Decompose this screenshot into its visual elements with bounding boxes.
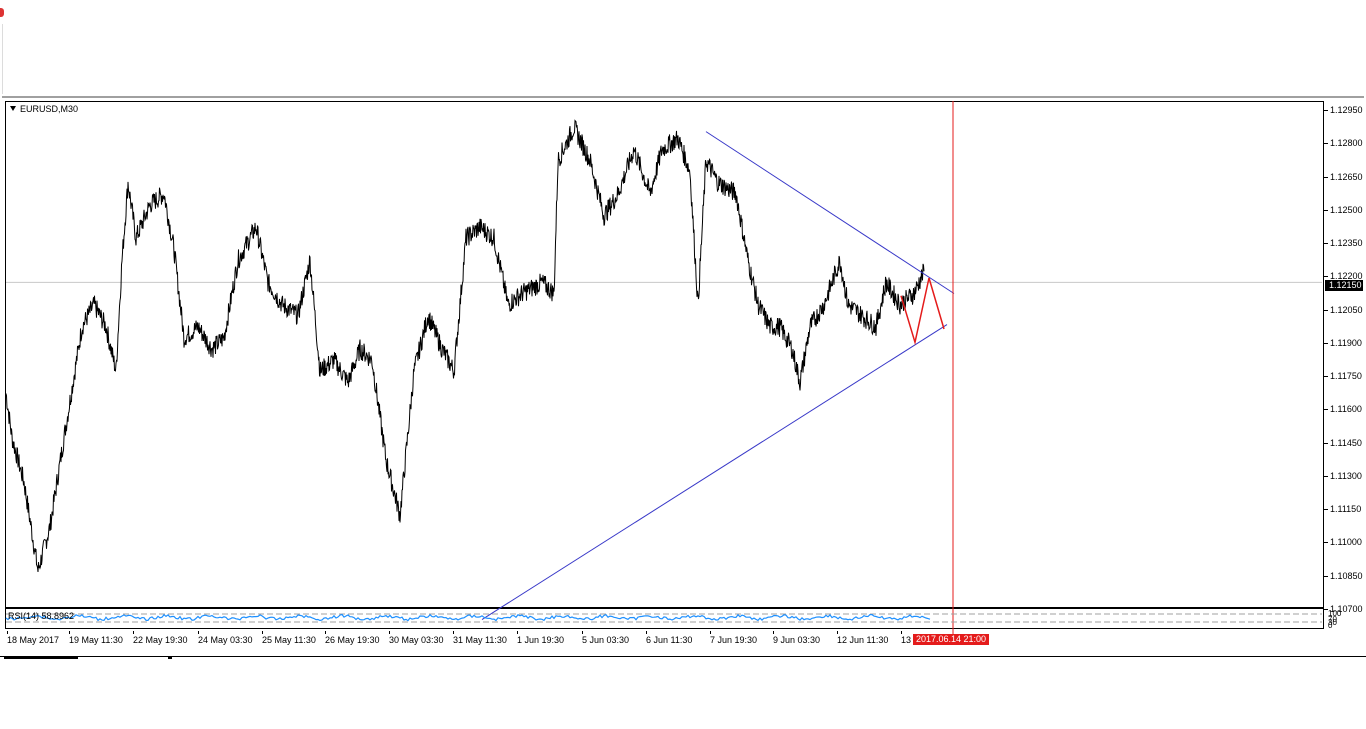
rsi-label: RSI(14) 58.8962 (8, 611, 75, 621)
time-tick-mark (517, 631, 518, 634)
price-tick-label: 1.11300 (1330, 470, 1362, 481)
time-tick-label: 12 Jun 11:30 (837, 635, 889, 645)
time-tick-mark (710, 631, 711, 634)
time-tick-label: 1 Jun 19:30 (517, 635, 565, 645)
price-tick-label: 1.12650 (1330, 171, 1363, 182)
price-tick-label: 1.10700 (1330, 604, 1363, 614)
price-tick-label: 1.12050 (1330, 304, 1363, 315)
price-tick-mark (1324, 609, 1328, 610)
window-indicator (0, 8, 4, 17)
time-tick-mark (389, 631, 390, 634)
chart-tab-indicator[interactable] (4, 657, 78, 659)
time-tick-label: 25 May 11:30 (262, 635, 316, 645)
tab-separator (168, 657, 172, 659)
upper-trendline (705, 131, 955, 294)
price-tick-label: 1.12800 (1330, 138, 1363, 149)
time-tick-mark (198, 631, 199, 634)
time-tick-mark (7, 631, 8, 634)
price-tick-label: 1.11900 (1330, 337, 1362, 348)
price-tick-mark (1324, 276, 1328, 278)
time-tick-label: 18 May 2017 (7, 635, 60, 645)
price-tick-mark (1324, 243, 1328, 245)
time-tick-mark (773, 631, 774, 634)
time-tick-label: 9 Jun 03:30 (773, 635, 821, 645)
time-tick-mark (582, 631, 583, 634)
price-tick-mark (1324, 442, 1328, 444)
time-tick-mark (901, 631, 902, 634)
price-tick-label: 1.11600 (1330, 404, 1362, 415)
symbol-text: EURUSD,M30 (20, 104, 79, 114)
price-tick-label: 1.12950 (1330, 105, 1363, 115)
time-tick-label: 22 May 19:30 (133, 635, 188, 645)
toolbar-area (0, 0, 1366, 96)
time-axis[interactable]: 18 May 2017 19 May 11:30 22 May 19:30 24 Ma… (5, 631, 1322, 651)
price-tick-mark (1324, 110, 1328, 111)
lower-trendline (481, 324, 948, 620)
time-tick-mark (262, 631, 263, 634)
time-tick-label: 7 Jun 19:30 (710, 635, 758, 645)
time-tick-mark (69, 631, 70, 634)
price-tick-mark (1324, 475, 1328, 477)
price-tick-mark (1324, 509, 1328, 511)
price-tick-mark (1324, 143, 1328, 145)
price-tick-mark (1324, 176, 1328, 178)
chart-plot[interactable] (2, 98, 1364, 658)
price-tick-mark (1324, 209, 1328, 211)
time-tick-label: 13 (901, 635, 912, 645)
price-tick-label: 1.11450 (1330, 437, 1362, 448)
symbol-label[interactable]: EURUSD,M30 (10, 104, 78, 114)
price-tick-label: 1.12350 (1330, 238, 1363, 249)
price-tick-mark (1324, 376, 1328, 378)
time-tick-label: 30 May 03:30 (389, 635, 444, 645)
price-tick-label: 1.11000 (1330, 537, 1362, 548)
price-series-line (5, 119, 925, 573)
price-tick-mark (1324, 409, 1328, 411)
toolbar-divider (2, 24, 3, 94)
price-tick-label: 1.12500 (1330, 204, 1363, 215)
price-tick-label: 1.10850 (1330, 570, 1363, 581)
collapse-triangle-icon[interactable] (10, 106, 16, 111)
price-tick-label: 1.11750 (1330, 371, 1362, 382)
price-tick-label: 1.11150 (1330, 504, 1362, 515)
price-tick-mark (1324, 342, 1328, 344)
time-cursor-label: 2017.06.14 21:00 (913, 634, 990, 645)
time-tick-mark (837, 631, 838, 634)
rsi-series-line (5, 613, 931, 622)
time-tick-mark (646, 631, 647, 634)
time-tick-label: 31 May 11:30 (453, 635, 507, 645)
time-tick-mark (133, 631, 134, 634)
time-tick-label: 24 May 03:30 (198, 635, 253, 645)
time-tick-mark (325, 631, 326, 634)
current-price-badge: 1.12150 (1325, 280, 1363, 292)
time-tick-mark (453, 631, 454, 634)
time-tick-label: 6 Jun 11:30 (646, 635, 693, 645)
status-area (0, 656, 1366, 729)
price-tick-mark (1324, 575, 1328, 577)
zigzag-pattern (900, 277, 945, 346)
time-tick-label: 19 May 11:30 (69, 635, 123, 645)
price-axis[interactable]: 1.12950 1.12800 1.12650 1.12500 1.12350 1.122… (1324, 101, 1364, 631)
price-tick-mark (1324, 542, 1328, 544)
time-tick-label: 26 May 19:30 (325, 635, 380, 645)
price-tick-mark (1324, 309, 1328, 311)
time-tick-label: 5 Jun 03:30 (582, 635, 630, 645)
chart-window[interactable]: EURUSD,M30 RSI(14) 58.8962 100 70 30 0 1… (2, 96, 1364, 658)
